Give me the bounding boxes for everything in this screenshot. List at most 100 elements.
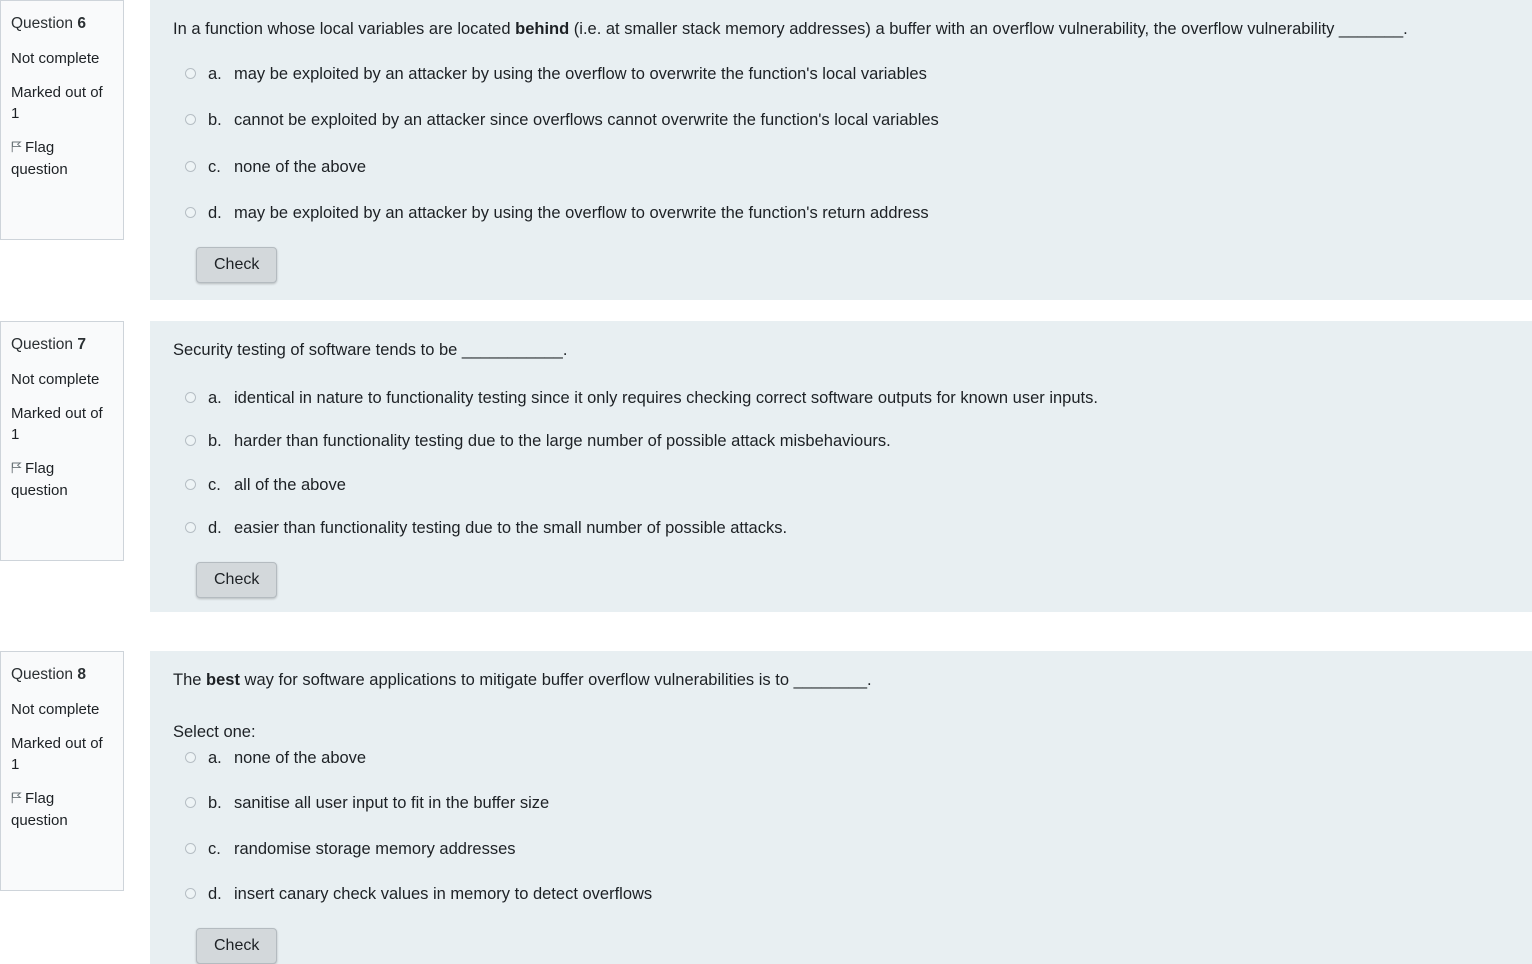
radio-button-icon[interactable] bbox=[185, 522, 196, 534]
stem-part-bold: best bbox=[206, 671, 240, 689]
answer-option[interactable]: a. identical in nature to functionality … bbox=[173, 388, 1512, 409]
question-info-7: Question 7 Not complete Marked out of 1 … bbox=[0, 321, 124, 561]
answer-key: b. bbox=[208, 432, 222, 451]
answer-option[interactable]: c. none of the above bbox=[173, 157, 1512, 178]
check-button-6[interactable]: Check bbox=[196, 246, 278, 284]
answer-text: none of the above bbox=[234, 748, 367, 767]
question-grade-8: Marked out of 1 bbox=[11, 734, 103, 774]
select-one-label: Select one: bbox=[173, 722, 256, 741]
answer-option[interactable]: a. may be exploited by an attacker by us… bbox=[173, 64, 1512, 85]
answer-option[interactable]: d. may be exploited by an attacker by us… bbox=[173, 203, 1512, 224]
flag-question-link-7[interactable]: Flag question bbox=[11, 458, 113, 502]
answer-key: c. bbox=[208, 475, 221, 494]
answer-option[interactable]: d. easier than functionality testing due… bbox=[173, 518, 1512, 539]
question-content-7: Security testing of software tends to be… bbox=[150, 321, 1532, 612]
answer-option[interactable]: c. randomise storage memory addresses bbox=[173, 839, 1512, 860]
question-number-label: Question bbox=[11, 336, 74, 353]
answer-key: d. bbox=[208, 885, 222, 904]
answer-key: b. bbox=[208, 794, 222, 813]
radio-button-icon[interactable] bbox=[185, 114, 196, 126]
flag-icon bbox=[11, 459, 22, 474]
question-number-label: Question bbox=[11, 666, 74, 683]
answer-text: randomise storage memory addresses bbox=[234, 839, 516, 858]
question-stem-7: Security testing of software tends to be… bbox=[173, 339, 1512, 363]
question-block-7: Question 7 Not complete Marked out of 1 … bbox=[0, 321, 1532, 612]
question-grade-6: Marked out of 1 bbox=[11, 83, 103, 123]
question-number-8: Question 8 bbox=[11, 664, 113, 687]
stem-part-pre: In a function whose local variables are … bbox=[173, 20, 516, 38]
answer-text: none of the above bbox=[234, 157, 367, 176]
layout-gap bbox=[124, 651, 150, 964]
answer-key: c. bbox=[208, 157, 221, 176]
question-number-value: 6 bbox=[77, 15, 86, 32]
radio-button-icon[interactable] bbox=[185, 391, 196, 403]
stem-part-pre: Security testing of software tends to be… bbox=[173, 341, 568, 359]
question-number-7: Question 7 bbox=[11, 334, 113, 357]
question-info-6: Question 6 Not complete Marked out of 1 … bbox=[0, 0, 124, 240]
question-state-7: Not complete bbox=[11, 370, 100, 388]
layout-gap bbox=[124, 0, 150, 300]
answer-option[interactable]: d. insert canary check values in memory … bbox=[173, 884, 1512, 905]
section-spacer bbox=[0, 612, 1532, 651]
question-state-8: Not complete bbox=[11, 700, 100, 718]
answer-text: insert canary check values in memory to … bbox=[234, 885, 653, 904]
question-info-8: Question 8 Not complete Marked out of 1 … bbox=[0, 651, 124, 891]
answer-key: d. bbox=[208, 519, 222, 538]
question-stem-6: In a function whose local variables are … bbox=[173, 18, 1512, 42]
answer-option[interactable]: c. all of the above bbox=[173, 475, 1512, 496]
section-spacer bbox=[0, 300, 1532, 321]
answer-option[interactable]: a. none of the above bbox=[173, 748, 1512, 769]
flag-question-link-6[interactable]: Flag question bbox=[11, 137, 113, 181]
question-content-6: In a function whose local variables are … bbox=[150, 0, 1532, 300]
layout-gap bbox=[124, 321, 150, 612]
radio-button-icon[interactable] bbox=[185, 751, 196, 763]
question-block-8: Question 8 Not complete Marked out of 1 … bbox=[0, 651, 1532, 964]
answer-key: a. bbox=[208, 748, 222, 767]
answer-text: easier than functionality testing due to… bbox=[234, 519, 788, 538]
question-state-6: Not complete bbox=[11, 49, 100, 67]
answer-option[interactable]: b. harder than functionality testing due… bbox=[173, 431, 1512, 452]
answer-list-6: a. may be exploited by an attacker by us… bbox=[173, 64, 1512, 225]
stem-part-post: (i.e. at smaller stack memory addresses)… bbox=[569, 20, 1408, 38]
answer-list-7: a. identical in nature to functionality … bbox=[173, 388, 1512, 540]
radio-button-icon[interactable] bbox=[185, 160, 196, 172]
answer-text: all of the above bbox=[234, 475, 346, 494]
answer-text: harder than functionality testing due to… bbox=[234, 432, 891, 451]
radio-button-icon[interactable] bbox=[185, 888, 196, 900]
flag-question-link-8[interactable]: Flag question bbox=[11, 788, 113, 832]
radio-button-icon[interactable] bbox=[185, 435, 196, 447]
check-button-7[interactable]: Check bbox=[196, 561, 278, 599]
answer-key: d. bbox=[208, 204, 222, 223]
answer-key: a. bbox=[208, 388, 222, 407]
question-grade-7: Marked out of 1 bbox=[11, 404, 103, 444]
answer-option[interactable]: b. sanitise all user input to fit in the… bbox=[173, 793, 1512, 814]
stem-part-pre: The bbox=[173, 671, 207, 689]
answer-text: sanitise all user input to fit in the bu… bbox=[234, 794, 550, 813]
question-number-label: Question bbox=[11, 15, 74, 32]
stem-part-bold: behind bbox=[515, 20, 570, 38]
question-block-6: Question 6 Not complete Marked out of 1 … bbox=[0, 0, 1532, 300]
question-number-value: 7 bbox=[77, 336, 86, 353]
answer-key: b. bbox=[208, 111, 222, 130]
answer-text: cannot be exploited by an attacker since… bbox=[234, 111, 939, 130]
answer-text: identical in nature to functionality tes… bbox=[234, 388, 1098, 407]
question-content-8: The best way for software applications t… bbox=[150, 651, 1532, 964]
question-number-6: Question 6 bbox=[11, 13, 113, 36]
answer-text: may be exploited by an attacker by using… bbox=[234, 64, 927, 83]
radio-button-icon[interactable] bbox=[185, 797, 196, 809]
answer-key: a. bbox=[208, 64, 222, 83]
radio-button-icon[interactable] bbox=[185, 207, 196, 219]
answer-key: c. bbox=[208, 839, 221, 858]
check-button-8[interactable]: Check bbox=[196, 927, 278, 964]
flag-icon bbox=[11, 789, 22, 804]
answer-option[interactable]: b. cannot be exploited by an attacker si… bbox=[173, 110, 1512, 131]
quiz-page: Question 6 Not complete Marked out of 1 … bbox=[0, 0, 1532, 964]
question-stem-8: The best way for software applications t… bbox=[173, 669, 1512, 693]
answer-list-8: a. none of the above b. sanitise all use… bbox=[173, 748, 1512, 906]
stem-part-post: way for software applications to mitigat… bbox=[239, 671, 872, 689]
answer-text: may be exploited by an attacker by using… bbox=[234, 204, 929, 223]
question-number-value: 8 bbox=[77, 666, 86, 683]
radio-button-icon[interactable] bbox=[185, 478, 196, 490]
radio-button-icon[interactable] bbox=[185, 67, 196, 79]
radio-button-icon[interactable] bbox=[185, 842, 196, 854]
